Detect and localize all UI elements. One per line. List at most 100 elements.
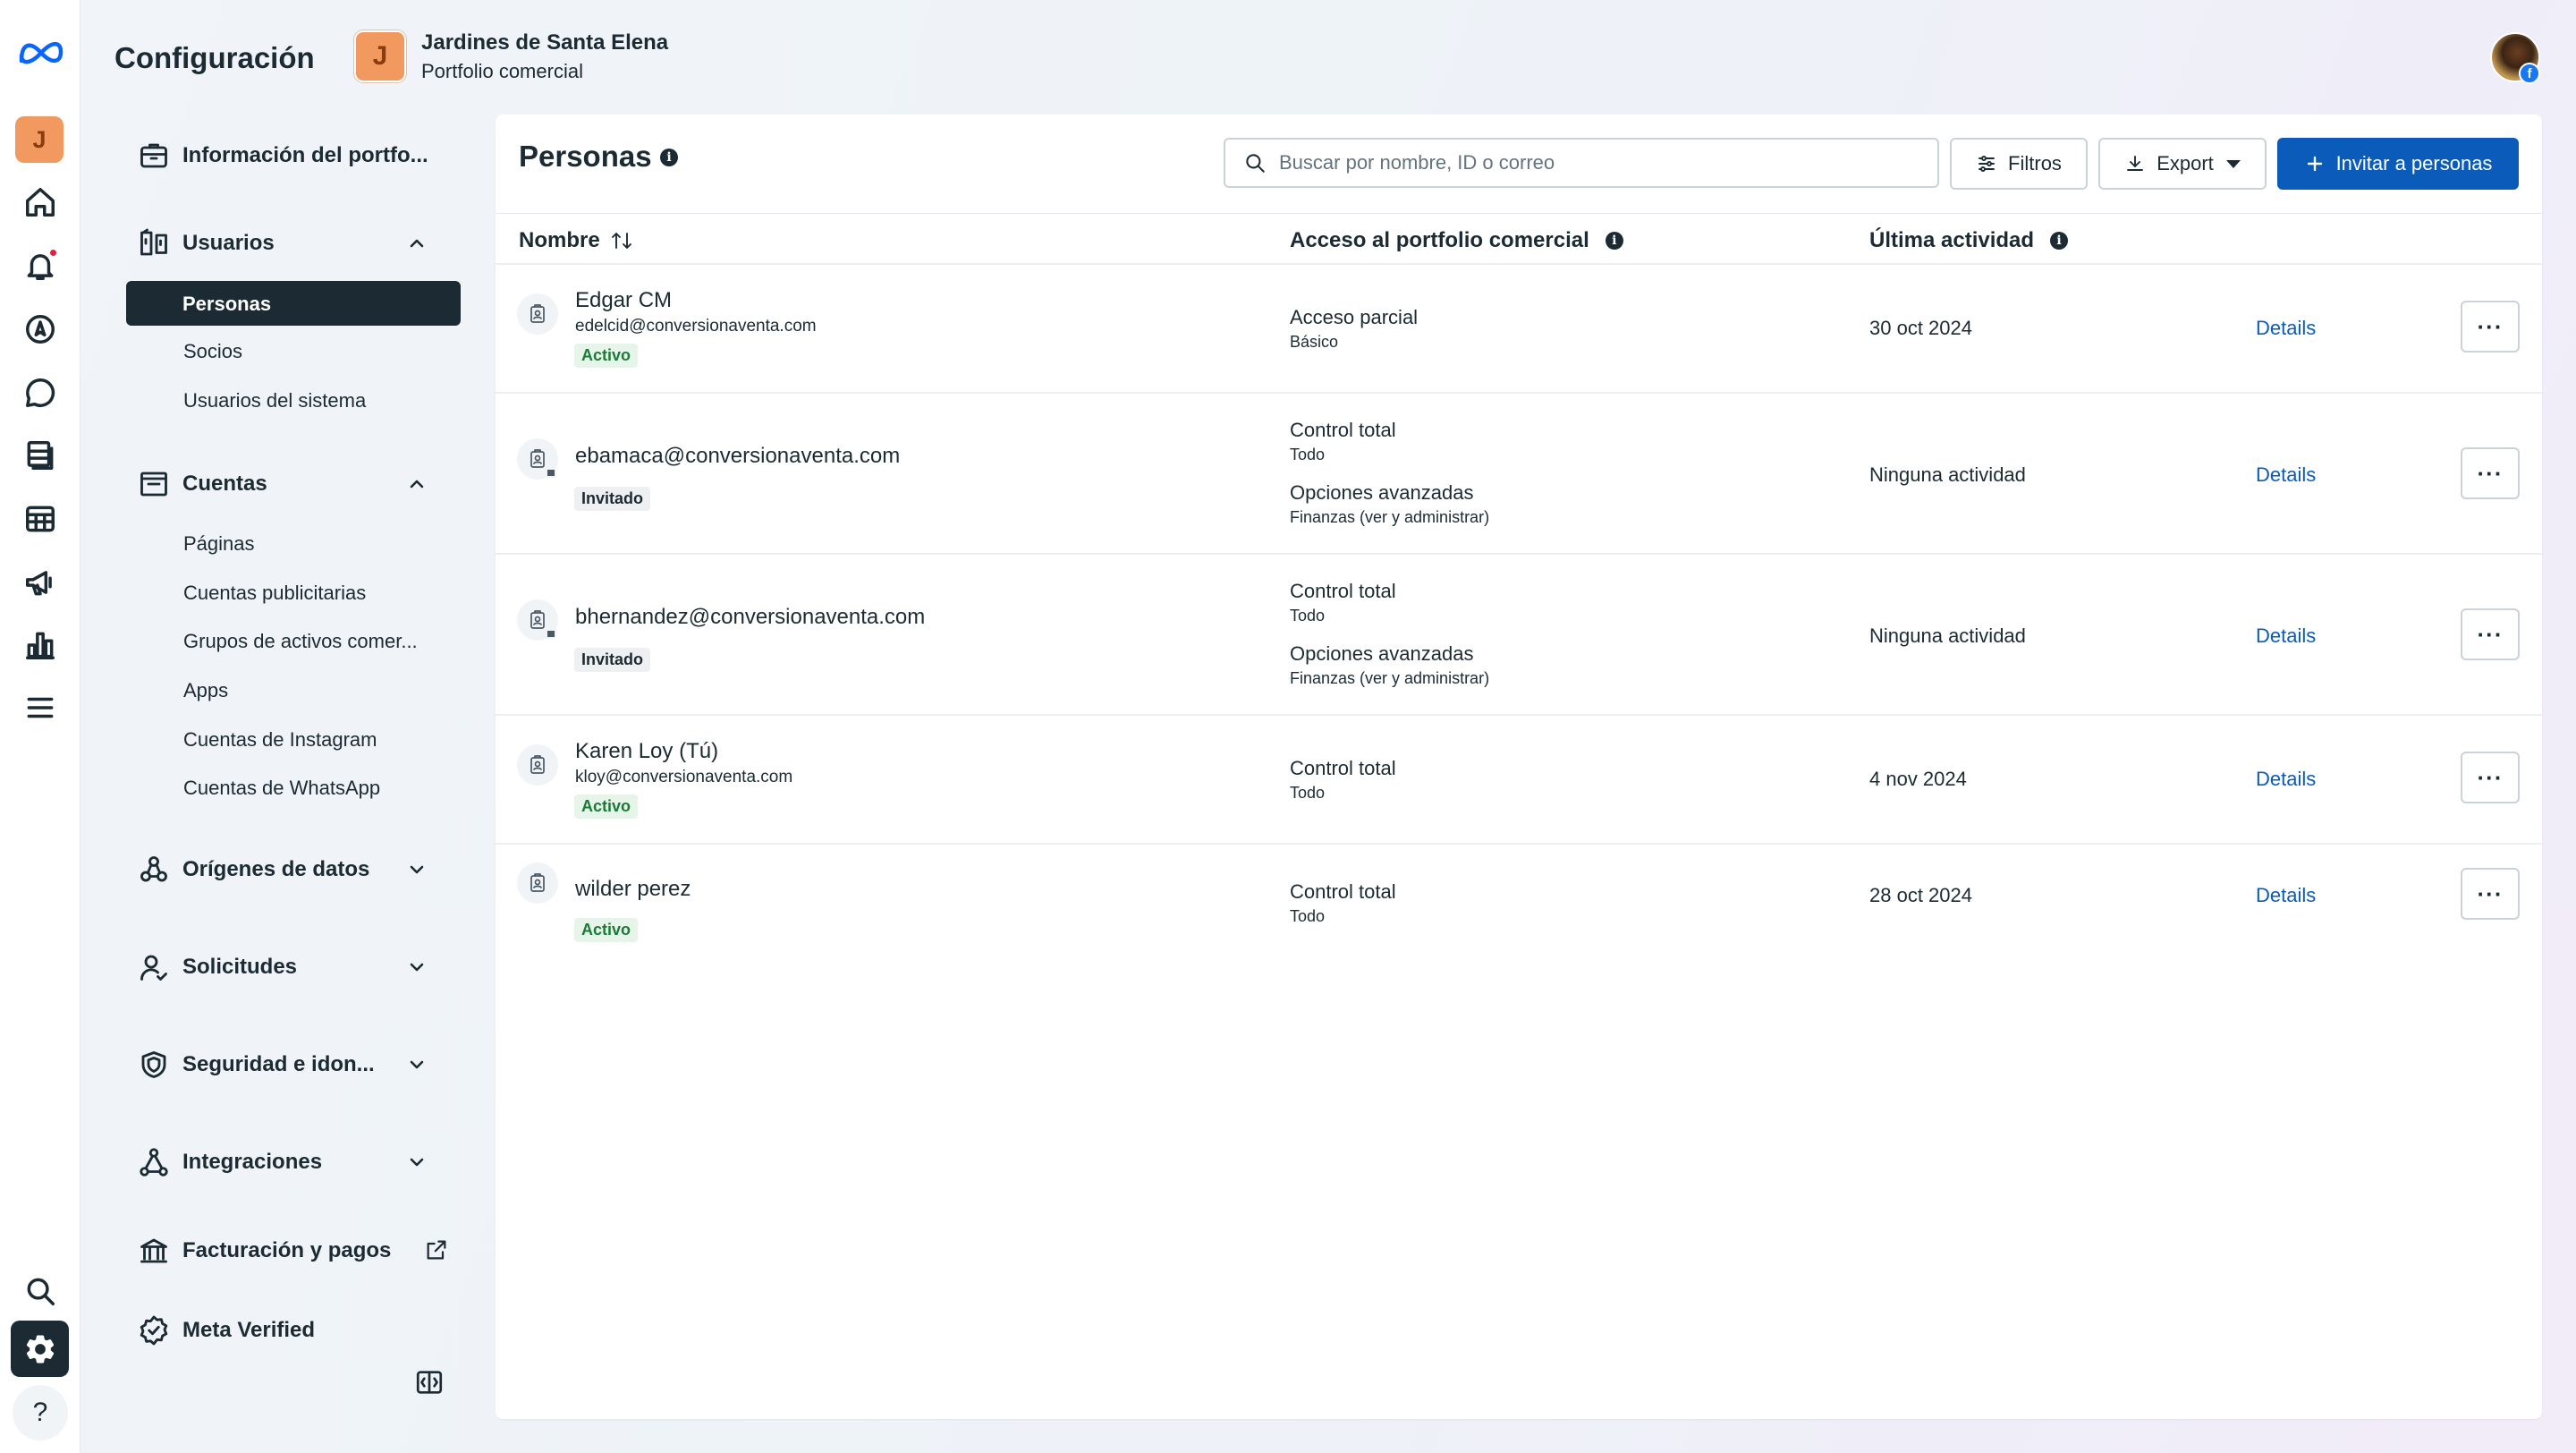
more-options-button[interactable]: ··· [2461,447,2520,499]
id-badge-icon [527,754,548,776]
app-rail: J ? [0,0,80,1453]
content-icon[interactable] [23,438,57,472]
table-row[interactable]: Karen Loy (Tú) kloy@conversionaventa.com… [496,716,2542,845]
sidebar-label: Solicitudes [182,955,298,979]
collapse-sidebar-icon[interactable] [414,1367,445,1398]
sidebar-business-info[interactable]: Información del portfo... [138,140,460,172]
sidebar-section-integrations[interactable]: Integraciones [138,1146,460,1178]
person-email: edelcid@conversionaventa.com [575,317,817,336]
sidebar-item-system-users[interactable]: Usuarios del sistema [183,389,366,412]
facebook-badge-icon: f [2519,63,2540,84]
chevron-up-icon[interactable] [406,233,428,254]
more-options-button[interactable]: ··· [2461,301,2520,353]
search-input[interactable] [1279,151,1923,174]
sidebar-section-accounts[interactable]: Cuentas [138,468,460,500]
main-panel: Personas i Filtros Export Invitar a pers… [496,115,2542,1419]
help-button[interactable]: ? [13,1385,68,1440]
person-name[interactable]: Karen Loy (Tú) [575,739,718,764]
chevron-down-icon[interactable] [406,1054,428,1075]
settings-button[interactable] [11,1321,69,1377]
access-level: Control total [1290,880,1396,903]
meta-logo[interactable] [16,38,66,68]
export-button[interactable]: Export [2098,138,2267,190]
id-badge-icon [527,872,548,894]
section-title: Personas [519,140,652,173]
table-header: Nombre Acceso al portfolio comercial i Ú… [496,213,2542,265]
more-options-button[interactable]: ··· [2461,608,2520,660]
info-icon[interactable]: i [1605,232,1623,250]
sidebar-section-data-sources[interactable]: Orígenes de datos [138,854,460,886]
table-row[interactable]: Edgar CM edelcid@conversionaventa.com Ac… [496,267,2542,394]
bank-icon [138,1235,170,1267]
verified-badge-icon [138,1314,170,1347]
sliders-icon [1976,153,1997,174]
details-link[interactable]: Details [2256,463,2316,487]
chevron-down-icon[interactable] [406,859,428,880]
business-type: Portfolio comercial [421,60,583,82]
status-badge: Activo [574,344,639,368]
last-activity: Ninguna actividad [1869,463,2026,486]
access-detail: Todo [1290,907,1326,925]
person-name[interactable]: wilder perez [575,877,691,902]
sidebar-item-socios[interactable]: Socios [183,340,242,363]
person-email: kloy@conversionaventa.com [575,768,793,786]
details-link[interactable]: Details [2256,768,2316,791]
sidebar-item-apps[interactable]: Apps [183,679,228,702]
home-icon[interactable] [23,185,57,219]
briefcase-icon [138,140,170,172]
table-icon[interactable] [23,502,57,536]
business-avatar[interactable]: J [15,116,64,163]
sidebar-item-whatsapp-accounts[interactable]: Cuentas de WhatsApp [183,777,380,800]
sidebar-item-ad-accounts[interactable]: Cuentas publicitarias [183,582,366,605]
sidebar-section-users[interactable]: Usuarios [138,227,460,259]
sort-icon[interactable] [609,230,634,251]
sidebar-item-asset-groups[interactable]: Grupos de activos comer... [183,630,418,653]
column-header-name[interactable]: Nombre [519,228,634,253]
business-name[interactable]: Jardines de Santa Elena [421,30,668,55]
access-detail: Todo [1290,784,1326,802]
access-level: Opciones avanzadas [1290,642,1474,665]
menu-icon[interactable] [23,691,57,725]
sidebar-item-pages[interactable]: Páginas [183,532,255,556]
person-avatar [517,438,558,480]
bar-chart-icon[interactable] [23,628,57,662]
table-row[interactable]: ebamaca@conversionaventa.com Invitado Co… [496,394,2542,555]
filters-button[interactable]: Filtros [1950,138,2088,190]
chevron-down-icon[interactable] [406,1151,428,1173]
sidebar-label: Facturación y pagos [182,1238,392,1262]
data-sources-icon [138,854,170,886]
details-link[interactable]: Details [2256,317,2316,340]
more-options-button[interactable]: ··· [2461,868,2520,920]
chat-icon[interactable] [23,376,57,410]
info-icon[interactable]: i [2050,232,2069,250]
info-icon[interactable]: i [660,149,678,166]
table-row[interactable]: wilder perez Activo Control total Todo 2… [496,845,2542,966]
sidebar-section-meta-verified[interactable]: Meta Verified [138,1314,460,1347]
table-row[interactable]: bhernandez@conversionaventa.com Invitado… [496,555,2542,716]
megaphone-icon[interactable] [23,565,57,599]
search-box[interactable] [1224,138,1939,188]
sidebar-label: Cuentas [182,472,267,496]
person-name[interactable]: ebamaca@conversionaventa.com [575,444,900,469]
invite-people-button[interactable]: Invitar a personas [2277,138,2519,190]
sidebar-item-instagram-accounts[interactable]: Cuentas de Instagram [183,728,377,752]
more-options-button[interactable]: ··· [2461,752,2520,803]
chevron-down-icon[interactable] [406,956,428,978]
business-avatar[interactable]: J [354,30,406,82]
sidebar-section-requests[interactable]: Solicitudes [138,951,460,983]
details-link[interactable]: Details [2256,625,2316,648]
access-level: Control total [1290,580,1396,602]
access-level: Control total [1290,757,1396,779]
notification-dot [48,248,58,258]
sidebar-section-billing[interactable]: Facturación y pagos [138,1235,460,1267]
sidebar-section-security[interactable]: Seguridad e idon... [138,1049,460,1081]
access-level: Opciones avanzadas [1290,481,1474,504]
compass-icon[interactable] [23,312,57,346]
person-name[interactable]: Edgar CM [575,288,672,313]
external-link-icon[interactable] [424,1237,449,1262]
sidebar-item-personas[interactable]: Personas [126,281,461,326]
search-icon[interactable] [23,1274,57,1308]
chevron-up-icon[interactable] [406,473,428,495]
person-name[interactable]: bhernandez@conversionaventa.com [575,605,925,630]
details-link[interactable]: Details [2256,884,2316,907]
